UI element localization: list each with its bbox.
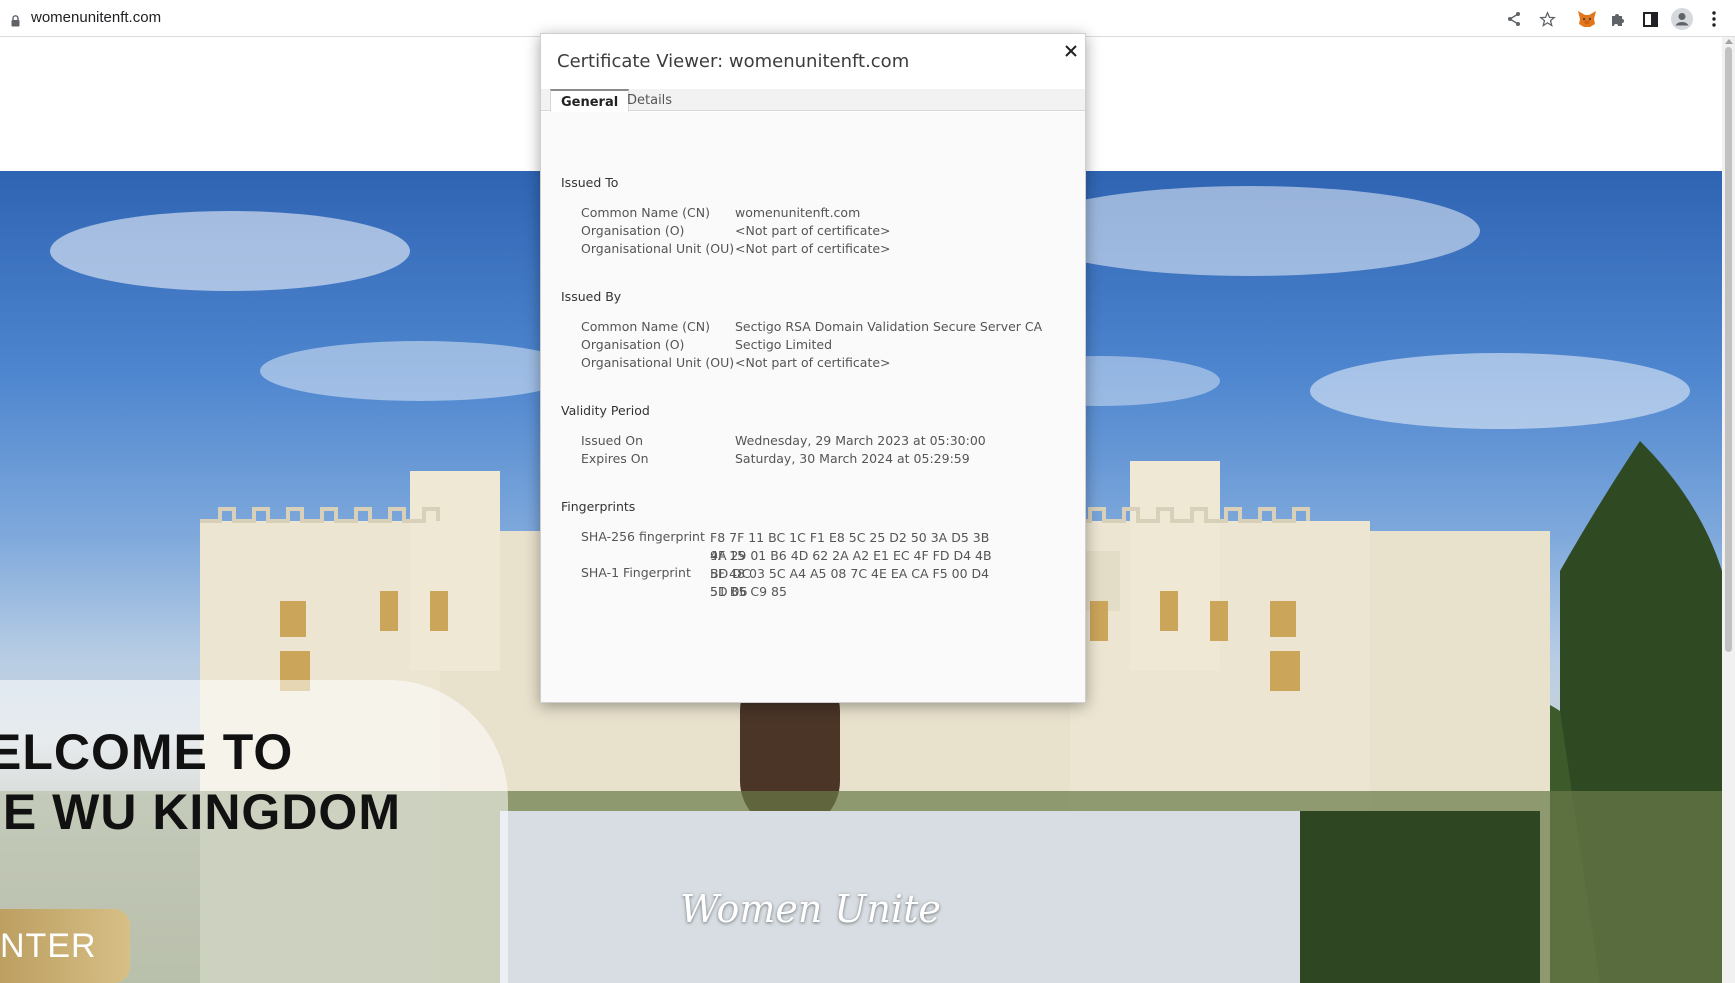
- page-scrollbar[interactable]: [1722, 37, 1735, 983]
- issued-to-cn-label: Common Name (CN): [581, 205, 710, 220]
- issued-by-ou-value: <Not part of certificate>: [735, 355, 891, 370]
- welcome-heading-line1: ELCOME TO: [0, 724, 294, 780]
- fingerprints-heading: Fingerprints: [561, 499, 636, 514]
- issued-to-o-value: <Not part of certificate>: [735, 223, 891, 238]
- validity-period-heading: Validity Period: [561, 403, 650, 418]
- dialog-title: Certificate Viewer: womenunitenft.com: [557, 51, 910, 72]
- welcome-heading-line2: IE WU KINGDOM: [0, 784, 401, 840]
- tab-details[interactable]: Details: [617, 89, 682, 112]
- issued-by-cn-label: Common Name (CN): [581, 319, 710, 334]
- issued-to-ou-value: <Not part of certificate>: [735, 241, 891, 256]
- issued-to-cn-value: womenunitenft.com: [735, 205, 861, 220]
- issued-on-label: Issued On: [581, 433, 643, 448]
- sha1-label: SHA-1 Fingerprint: [581, 565, 691, 580]
- issued-by-cn-value: Sectigo RSA Domain Validation Secure Ser…: [735, 319, 1043, 334]
- issued-to-ou-label: Organisational Unit (OU): [581, 241, 735, 256]
- side-panel-icon[interactable]: [1638, 7, 1662, 31]
- issued-by-heading: Issued By: [561, 289, 622, 304]
- share-icon[interactable]: [1502, 7, 1526, 31]
- issued-to-o-label: Organisation (O): [581, 223, 685, 238]
- enter-button[interactable]: NTER: [0, 909, 130, 983]
- enter-button-label: NTER: [0, 926, 97, 965]
- scrollbar-thumb[interactable]: [1725, 47, 1732, 652]
- issued-by-o-label: Organisation (O): [581, 337, 685, 352]
- issued-by-o-value: Sectigo Limited: [735, 337, 833, 352]
- more-menu-icon[interactable]: [1702, 7, 1726, 31]
- sha256-label: SHA-256 fingerprint: [581, 529, 705, 544]
- extensions-puzzle-icon[interactable]: [1606, 7, 1630, 31]
- general-tab-content: Issued To Common Name (CN) womenunitenft…: [541, 112, 1085, 702]
- scroll-up-arrow-icon[interactable]: [1725, 39, 1733, 44]
- issued-on-value: Wednesday, 29 March 2023 at 05:30:00: [735, 433, 986, 448]
- issued-by-ou-label: Organisational Unit (OU): [581, 355, 735, 370]
- lock-icon[interactable]: [11, 12, 20, 27]
- sha1-value-line2: 51 B5 C9 85: [710, 584, 787, 599]
- address-bar: womenunitenft.com: [0, 0, 1735, 37]
- metamask-fox-icon[interactable]: [1575, 7, 1599, 31]
- women-unite-logo: Women Unite: [680, 887, 941, 931]
- profile-avatar-icon[interactable]: [1670, 7, 1694, 31]
- certificate-viewer-dialog: Certificate Viewer: womenunitenft.com Ge…: [540, 33, 1086, 703]
- bookmark-star-icon[interactable]: [1535, 7, 1559, 31]
- expires-on-label: Expires On: [581, 451, 649, 466]
- expires-on-value: Saturday, 30 March 2024 at 05:29:59: [735, 451, 970, 466]
- close-icon[interactable]: [1062, 42, 1080, 60]
- url-text[interactable]: womenunitenft.com: [31, 9, 161, 26]
- issued-to-heading: Issued To: [561, 175, 619, 190]
